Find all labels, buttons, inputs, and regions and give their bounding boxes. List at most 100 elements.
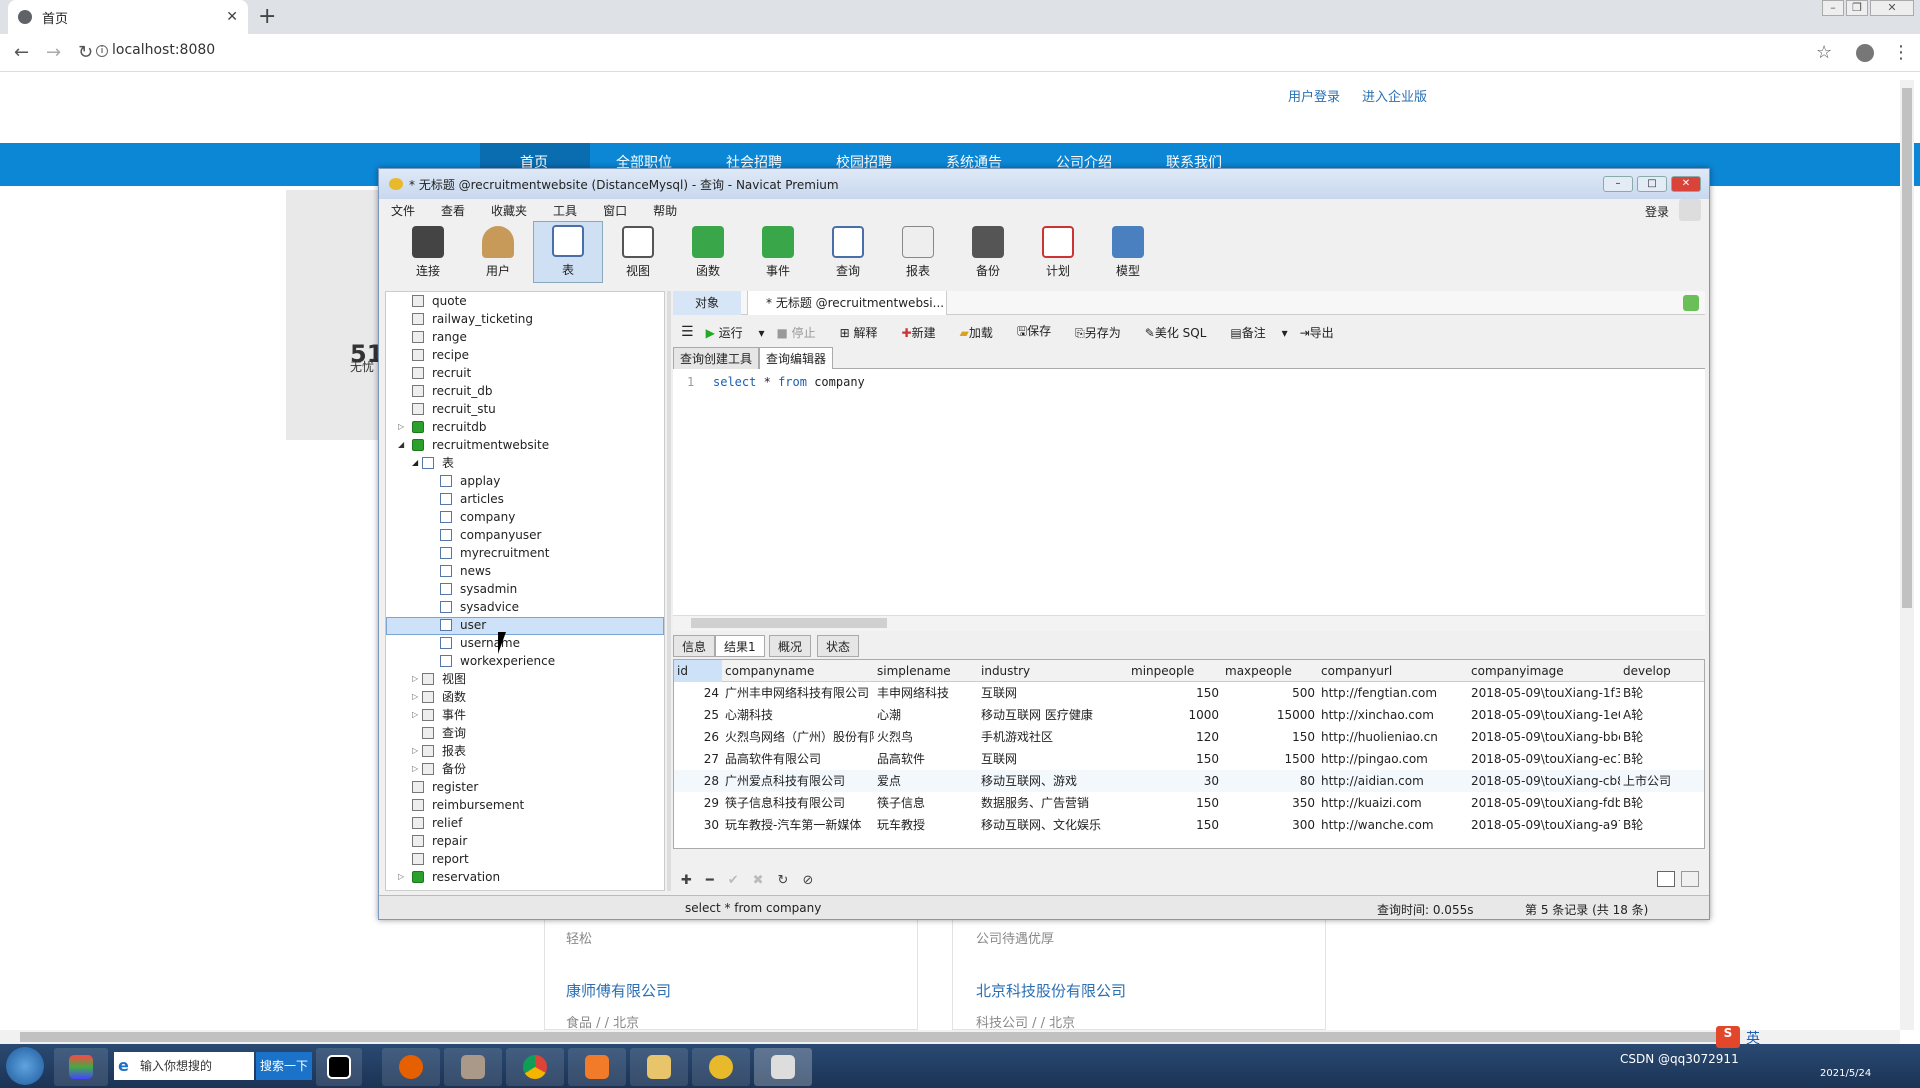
table-row[interactable]: 28 广州爱点科技有限公司 爱点 移动互联网、游戏 30 80 http://aidian.… <box>674 770 1704 792</box>
table-cell[interactable]: 2018-05-09\touXiang-ec1 <box>1468 748 1620 770</box>
tree-db-item-expanded[interactable]: ◢ recruitmentwebsite <box>398 436 549 454</box>
table-cell[interactable]: 27 <box>674 748 722 770</box>
table-cell[interactable]: 300 <box>1222 814 1318 836</box>
ime-lang[interactable]: 英 <box>1746 1028 1760 1048</box>
table-row[interactable]: 24 广州丰申网络科技有限公司 丰申网络科技 互联网 150 500 http://feng… <box>674 682 1704 704</box>
add-record-icon[interactable]: ✚ <box>681 873 692 888</box>
tree-db-item[interactable]: quote <box>412 292 467 310</box>
tree-table-item[interactable]: workexperience <box>440 652 555 670</box>
tree-table-item-selected[interactable]: user <box>440 616 486 634</box>
toolbar-query[interactable]: 查询 <box>813 221 883 283</box>
table-cell[interactable]: 2018-05-09\touXiang-fdb <box>1468 792 1620 814</box>
navicat-maximize-button[interactable]: □ <box>1637 176 1667 192</box>
menu-file[interactable]: 文件 <box>391 202 415 219</box>
table-cell[interactable]: 2018-05-09\touXiang-1e0 <box>1468 704 1620 726</box>
taskbar-app[interactable] <box>444 1048 502 1086</box>
table-cell[interactable]: 2018-05-09\touXiang-bbe <box>1468 726 1620 748</box>
job-company-link[interactable]: 康师傅有限公司 <box>566 980 671 1001</box>
beautify-sql-button[interactable]: ✎美化 SQL <box>1145 324 1219 341</box>
tree-db-item[interactable]: reimbursement <box>412 796 524 814</box>
table-cell[interactable]: 150 <box>1128 748 1222 770</box>
result-grid[interactable]: id companyname simplename industry minpe… <box>673 659 1705 849</box>
taskbar-app[interactable] <box>630 1048 688 1086</box>
table-cell[interactable]: 玩车教授-汽车第一新媒体 <box>722 814 874 836</box>
profile-icon[interactable] <box>1856 44 1874 62</box>
navicat-close-button[interactable]: ✕ <box>1671 176 1701 192</box>
stop-icon[interactable]: ⊘ <box>802 873 813 888</box>
tree-table-item[interactable]: sysadmin <box>440 580 517 598</box>
toolbar-user[interactable]: 用户 <box>463 221 533 283</box>
table-cell[interactable]: 互联网 <box>978 682 1128 704</box>
table-cell[interactable]: 爱点 <box>874 770 978 792</box>
tab-info[interactable]: 信息 <box>673 635 716 657</box>
user-avatar-icon[interactable] <box>1679 199 1701 221</box>
table-cell[interactable]: 25 <box>674 704 722 726</box>
table-cell[interactable]: 2018-05-09\touXiang-1f3 <box>1468 682 1620 704</box>
tree-views-folder[interactable]: ▷ 视图 <box>412 670 466 688</box>
table-row[interactable]: 25 心潮科技 心潮 移动互联网 医疗健康 1000 15000 http://xincha… <box>674 704 1704 726</box>
col-header[interactable]: companyname <box>722 660 874 682</box>
tree-db-item-open[interactable]: ▷ recruitdb <box>398 418 486 436</box>
tree-db-item[interactable]: ▷ reservation <box>398 868 500 886</box>
taskbar-app[interactable] <box>754 1048 812 1086</box>
restore-window-button[interactable]: ❐ <box>1846 0 1868 16</box>
table-cell[interactable]: 1000 <box>1128 704 1222 726</box>
table-cell[interactable]: 2018-05-09\touXiang-a97 <box>1468 814 1620 836</box>
tree-backups-folder[interactable]: ▷ 备份 <box>412 760 466 778</box>
tree-db-item[interactable]: range <box>412 328 467 346</box>
tree-db-item[interactable]: register <box>412 778 478 796</box>
col-header[interactable]: industry <box>978 660 1128 682</box>
col-header[interactable]: maxpeople <box>1222 660 1318 682</box>
object-tree[interactable]: quote railway_ticketing range recipe rec… <box>385 291 665 891</box>
table-cell[interactable]: http://kuaizi.com <box>1318 792 1468 814</box>
save-button[interactable]: 🖫保存 <box>1017 322 1063 343</box>
table-row[interactable]: 29 筷子信息科技有限公司 筷子信息 数据服务、广告营销 150 350 http://ku… <box>674 792 1704 814</box>
taskbar-app[interactable] <box>506 1048 564 1086</box>
table-cell[interactable]: 火烈鸟网络（广州）股份有限 <box>722 726 874 748</box>
table-cell[interactable]: 品高软件有限公司 <box>722 748 874 770</box>
taskbar-app[interactable] <box>382 1048 440 1086</box>
taskbar-app[interactable] <box>316 1048 362 1086</box>
table-cell[interactable]: http://fengtian.com <box>1318 682 1468 704</box>
new-tab-button[interactable]: + <box>258 4 276 29</box>
table-cell[interactable]: 24 <box>674 682 722 704</box>
tree-db-item[interactable]: recruit <box>412 364 471 382</box>
table-cell[interactable]: 广州爱点科技有限公司 <box>722 770 874 792</box>
tab-status[interactable]: 状态 <box>817 635 860 657</box>
table-cell[interactable]: http://wanche.com <box>1318 814 1468 836</box>
toolbar-report[interactable]: 报表 <box>883 221 953 283</box>
tree-db-item[interactable]: railway_ticketing <box>412 310 533 328</box>
table-cell[interactable]: 数据服务、广告营销 <box>978 792 1128 814</box>
apply-icon[interactable]: ✔ <box>728 873 739 888</box>
toolbar-function[interactable]: 函数 <box>673 221 743 283</box>
tree-table-item[interactable]: companyuser <box>440 526 541 544</box>
job-company-link[interactable]: 北京科技股份有限公司 <box>976 980 1126 1001</box>
refresh-icon[interactable]: ↻ <box>778 873 789 888</box>
browser-tab[interactable]: 首页 ✕ <box>8 0 248 34</box>
table-cell[interactable]: 150 <box>1128 814 1222 836</box>
start-button[interactable] <box>6 1047 44 1085</box>
col-header[interactable]: companyurl <box>1318 660 1468 682</box>
close-tab-icon[interactable]: ✕ <box>226 9 238 25</box>
tree-table-item[interactable]: sysadvice <box>440 598 519 616</box>
col-header[interactable]: minpeople <box>1128 660 1222 682</box>
editor-scrollbar[interactable] <box>673 615 1705 631</box>
table-cell[interactable]: B轮 <box>1620 792 1680 814</box>
taskbar-app[interactable] <box>568 1048 626 1086</box>
url-field[interactable]: localhost:8080 <box>112 42 215 58</box>
toolbar-model[interactable]: 模型 <box>1093 221 1163 283</box>
table-cell[interactable]: B轮 <box>1620 682 1680 704</box>
table-cell[interactable]: B轮 <box>1620 748 1680 770</box>
page-vertical-scrollbar[interactable] <box>1900 80 1914 1030</box>
tree-table-item[interactable]: news <box>440 562 491 580</box>
table-cell[interactable]: 移动互联网、游戏 <box>978 770 1128 792</box>
sql-editor[interactable]: 1 select * from company <box>673 369 1705 615</box>
form-view-icon[interactable] <box>1681 871 1699 887</box>
enterprise-link[interactable]: 进入企业版 <box>1362 86 1427 105</box>
table-cell[interactable]: 筷子信息 <box>874 792 978 814</box>
table-cell[interactable]: http://xinchao.com <box>1318 704 1468 726</box>
col-header[interactable]: companyimage <box>1468 660 1620 682</box>
menu-help[interactable]: 帮助 <box>653 202 677 219</box>
tree-db-item[interactable]: recruit_stu <box>412 400 496 418</box>
tab-profile[interactable]: 概况 <box>769 635 812 657</box>
